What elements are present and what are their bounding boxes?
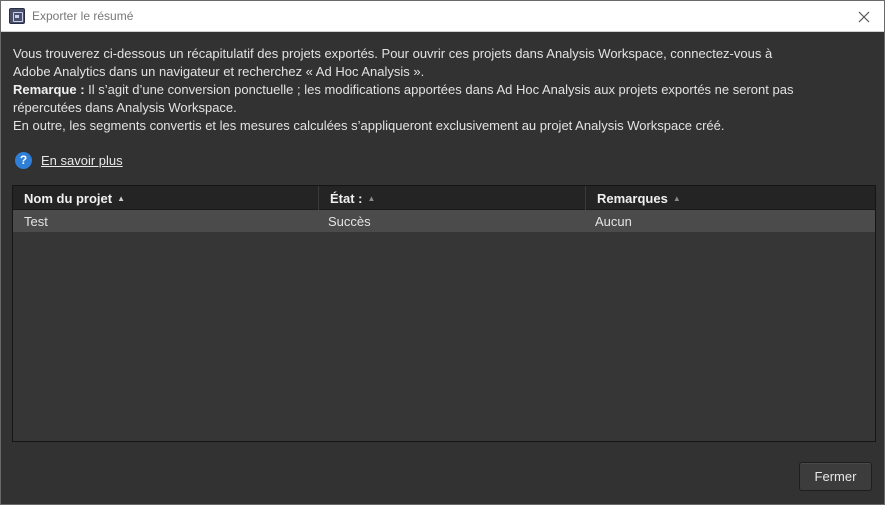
sort-icon: ▲ <box>672 193 681 203</box>
summary-message: Vous trouverez ci-dessous un récapitulat… <box>13 45 873 135</box>
close-button[interactable]: Fermer <box>799 462 872 491</box>
column-header-status[interactable]: État : ▲ <box>319 186 586 210</box>
cell-notes: Aucun <box>595 213 632 229</box>
note-line: répercutées dans Analysis Workspace. <box>13 100 237 115</box>
learn-more: ? En savoir plus <box>15 151 123 169</box>
column-header-notes[interactable]: Remarques ▲ <box>586 186 875 210</box>
export-summary-dialog: Exporter le résumé Vous trouverez ci-des… <box>0 0 885 505</box>
table-header: Nom du projet ▲ État : ▲ Remarques ▲ <box>13 186 875 210</box>
learn-more-link[interactable]: En savoir plus <box>41 153 123 168</box>
sort-ascending-icon: ▲ <box>117 193 126 203</box>
column-header-label: Remarques <box>597 190 668 206</box>
title-bar: Exporter le résumé <box>1 1 884 32</box>
window-title: Exporter le résumé <box>32 9 134 23</box>
column-header-label: État : <box>330 190 363 206</box>
close-window-button[interactable] <box>844 1 884 32</box>
close-icon <box>858 11 870 22</box>
note-text: Il s’agit d’une conversion ponctuelle ; … <box>84 82 794 97</box>
column-header-label: Nom du projet <box>24 190 113 206</box>
message-line: En outre, les segments convertis et les … <box>13 118 725 133</box>
message-line: Vous trouverez ci-dessous un récapitulat… <box>13 46 773 61</box>
projects-table: Nom du projet ▲ État : ▲ Remarques ▲ Tes… <box>12 185 876 442</box>
table-row[interactable]: Test Succès Aucun <box>13 210 875 232</box>
help-icon[interactable]: ? <box>15 151 32 169</box>
cell-status: Succès <box>328 213 371 229</box>
cell-project-name: Test <box>24 213 48 229</box>
note-line: Remarque : Il s’agit d’une conversion po… <box>13 81 873 99</box>
app-icon <box>9 8 25 24</box>
message-line: Adobe Analytics dans un navigateur et re… <box>13 64 425 79</box>
column-header-project-name[interactable]: Nom du projet ▲ <box>13 186 319 210</box>
sort-icon: ▲ <box>367 193 376 203</box>
note-label: Remarque : <box>13 82 85 97</box>
